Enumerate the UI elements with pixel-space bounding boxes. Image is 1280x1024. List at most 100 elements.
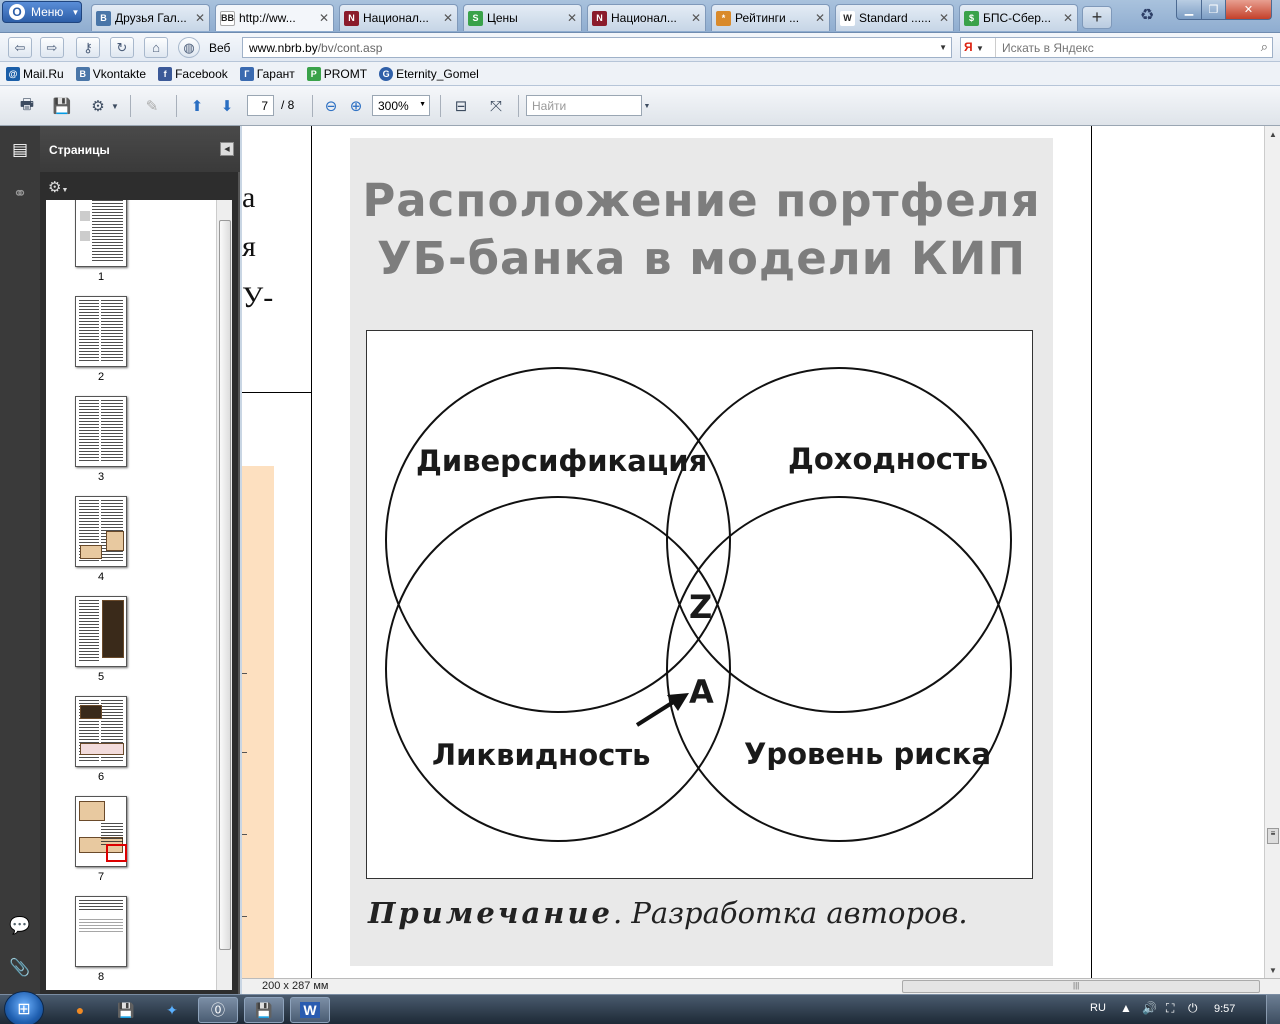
page-thumbnail-2[interactable] <box>75 296 127 367</box>
language-indicator[interactable]: RU <box>1090 1002 1106 1014</box>
attachment-icon[interactable]: 📎 <box>8 956 32 980</box>
page-thumbnail-3[interactable] <box>75 396 127 467</box>
page-thumbnail-7-current[interactable] <box>75 796 127 867</box>
taskbar-save-app[interactable]: 💾 <box>106 997 146 1023</box>
taskbar-butterfly-app[interactable]: ✦ <box>152 997 192 1023</box>
pages-panel-icon[interactable]: ▤ <box>8 138 32 162</box>
scrollbar-thumb[interactable]: ≡ <box>1267 828 1279 844</box>
close-icon[interactable]: ✕ <box>815 11 825 25</box>
bookmark-eternity-gomel[interactable]: G Eternity_Gomel <box>379 66 479 81</box>
share-icon[interactable]: ⚙ <box>87 95 109 117</box>
next-page-icon[interactable]: ⬇ <box>216 95 238 117</box>
thumbnail-scrollbar[interactable] <box>216 200 232 990</box>
vk-icon: В <box>75 66 90 81</box>
close-icon[interactable]: ✕ <box>567 11 577 25</box>
page-thumbnail-5[interactable] <box>75 596 127 667</box>
page-thumbnail-8[interactable] <box>75 896 127 967</box>
power-icon[interactable]: ⏻ <box>1188 1001 1198 1016</box>
key-button[interactable]: ⚷ <box>76 37 100 58</box>
collapse-panel-icon[interactable]: ◀ <box>220 142 234 156</box>
find-input[interactable]: Найти <box>526 95 642 116</box>
browser-menu-button[interactable]: O Меню ▼ <box>2 1 82 23</box>
total-pages: / 8 <box>281 98 295 112</box>
close-icon[interactable]: ✕ <box>195 11 205 25</box>
taskbar-opera[interactable]: ⓪ <box>198 997 238 1023</box>
url-input[interactable]: www.nbrb.by/bv/cont.asp ▼ <box>242 37 952 58</box>
print-icon[interactable]: 🖶 <box>16 95 38 117</box>
tab-4[interactable]: S Цены ✕ <box>463 4 582 31</box>
document-vertical-scrollbar[interactable]: ▲ ≡ ▼ <box>1264 126 1280 978</box>
reload-button[interactable]: ↻ <box>110 37 134 58</box>
tab-5[interactable]: N Национал... ✕ <box>587 4 706 31</box>
scroll-down-icon[interactable]: ▼ <box>1265 962 1280 978</box>
close-icon[interactable]: ✕ <box>1063 11 1073 25</box>
scroll-up-icon[interactable]: ▲ <box>1265 126 1280 142</box>
tab-title: Standard ...... <box>859 11 932 25</box>
options-gear-icon[interactable]: ⚙▼ <box>48 178 68 196</box>
bookmark-garant[interactable]: Г Гарант <box>239 66 295 81</box>
show-desktop-button[interactable] <box>1266 995 1280 1024</box>
previous-page-icon[interactable]: ⬆ <box>186 95 208 117</box>
tab-7[interactable]: W Standard ...... ✕ <box>835 4 954 31</box>
close-window-button[interactable]: ✕ <box>1225 0 1272 20</box>
close-icon[interactable]: ✕ <box>691 11 701 25</box>
network-icon[interactable]: ⛶ <box>1166 1001 1174 1016</box>
search-icon[interactable]: ⌕ <box>1261 39 1268 55</box>
comments-icon[interactable]: 💬 <box>8 914 32 938</box>
comment-icon[interactable]: ✎ <box>141 95 163 117</box>
tab-3[interactable]: N Национал... ✕ <box>339 4 458 31</box>
taskbar-save-window[interactable]: 💾 <box>244 997 284 1023</box>
ratings-favicon-icon: * <box>716 10 731 26</box>
bookmarks-binoculars-icon[interactable]: ⚭ <box>8 182 32 206</box>
close-icon[interactable]: ✕ <box>443 11 453 25</box>
url-host: www.nbrb.by <box>249 41 318 55</box>
bookmark-mailru[interactable]: @ Mail.Ru <box>6 66 64 81</box>
taskbar-word[interactable]: W <box>290 997 330 1023</box>
tab-2-active[interactable]: BB http://ww... ✕ <box>215 4 334 31</box>
taskbar-firefox[interactable]: ● <box>60 997 100 1023</box>
page-thumbnail-6[interactable] <box>75 696 127 767</box>
tab-6[interactable]: * Рейтинги ... ✕ <box>711 4 830 31</box>
start-button[interactable]: ⊞ <box>4 991 44 1024</box>
maximize-button[interactable]: ❐ <box>1201 0 1226 20</box>
system-clock[interactable]: 9:57 <box>1214 1003 1235 1015</box>
save-icon[interactable]: 💾 <box>51 95 73 117</box>
fit-width-icon[interactable]: ⊟ <box>450 95 472 117</box>
thumbnail-number: 2 <box>97 371 105 383</box>
zoom-out-icon[interactable]: ⊖ <box>320 95 342 117</box>
tab-8[interactable]: $ БПС-Сбер... ✕ <box>959 4 1078 31</box>
chevron-down-icon[interactable]: ▼ <box>110 95 120 117</box>
tray-expand-icon[interactable]: ▲ <box>1120 1001 1132 1015</box>
back-button[interactable]: ⇦ <box>8 37 32 58</box>
viewport-indicator[interactable] <box>106 844 127 862</box>
page-thumbnail-4[interactable] <box>75 496 127 567</box>
yandex-logo-icon[interactable]: Я ▼ <box>964 40 992 55</box>
tab-title: Цены <box>487 11 518 25</box>
close-icon[interactable]: ✕ <box>319 11 329 25</box>
scrollbar-grip-icon[interactable]: ||| <box>1073 981 1079 990</box>
horizontal-scrollbar[interactable]: ||| <box>902 980 1260 993</box>
page-number-input[interactable]: 7 <box>247 95 274 116</box>
bookmark-vkontakte[interactable]: В Vkontakte <box>75 66 146 81</box>
page-thumbnail-1[interactable] <box>75 200 127 267</box>
trash-icon[interactable]: ♻ <box>1136 5 1158 27</box>
minimize-button[interactable]: ▁ <box>1176 0 1202 20</box>
full-screen-icon[interactable]: ⤧ <box>485 95 507 117</box>
bookmark-facebook[interactable]: f Facebook <box>158 66 228 81</box>
forward-button[interactable]: ⇨ <box>40 37 64 58</box>
volume-icon[interactable]: 🔊 <box>1142 1001 1157 1015</box>
yandex-search-box[interactable]: Я ▼ ⌕ <box>960 37 1273 58</box>
web-globe-button[interactable]: ◍ <box>178 37 200 58</box>
zoom-select[interactable]: 300% ▼ <box>372 95 430 116</box>
bookmark-promt[interactable]: P PROMT <box>306 66 367 81</box>
scrollbar-thumb[interactable] <box>219 220 231 950</box>
close-icon[interactable]: ✕ <box>939 11 949 25</box>
chevron-down-icon[interactable]: ▼ <box>642 95 652 117</box>
zoom-in-icon[interactable]: ⊕ <box>345 95 367 117</box>
home-button[interactable]: ⌂ <box>144 37 168 58</box>
yandex-search-input[interactable] <box>995 38 1245 57</box>
new-tab-button[interactable]: + <box>1082 6 1112 29</box>
tab-1[interactable]: В Друзья Гал... ✕ <box>91 4 210 31</box>
pdf-document-view[interactable]: а я У- Расположение портфеля УБ-банка в … <box>242 126 1264 978</box>
chevron-down-icon[interactable]: ▼ <box>939 43 947 52</box>
